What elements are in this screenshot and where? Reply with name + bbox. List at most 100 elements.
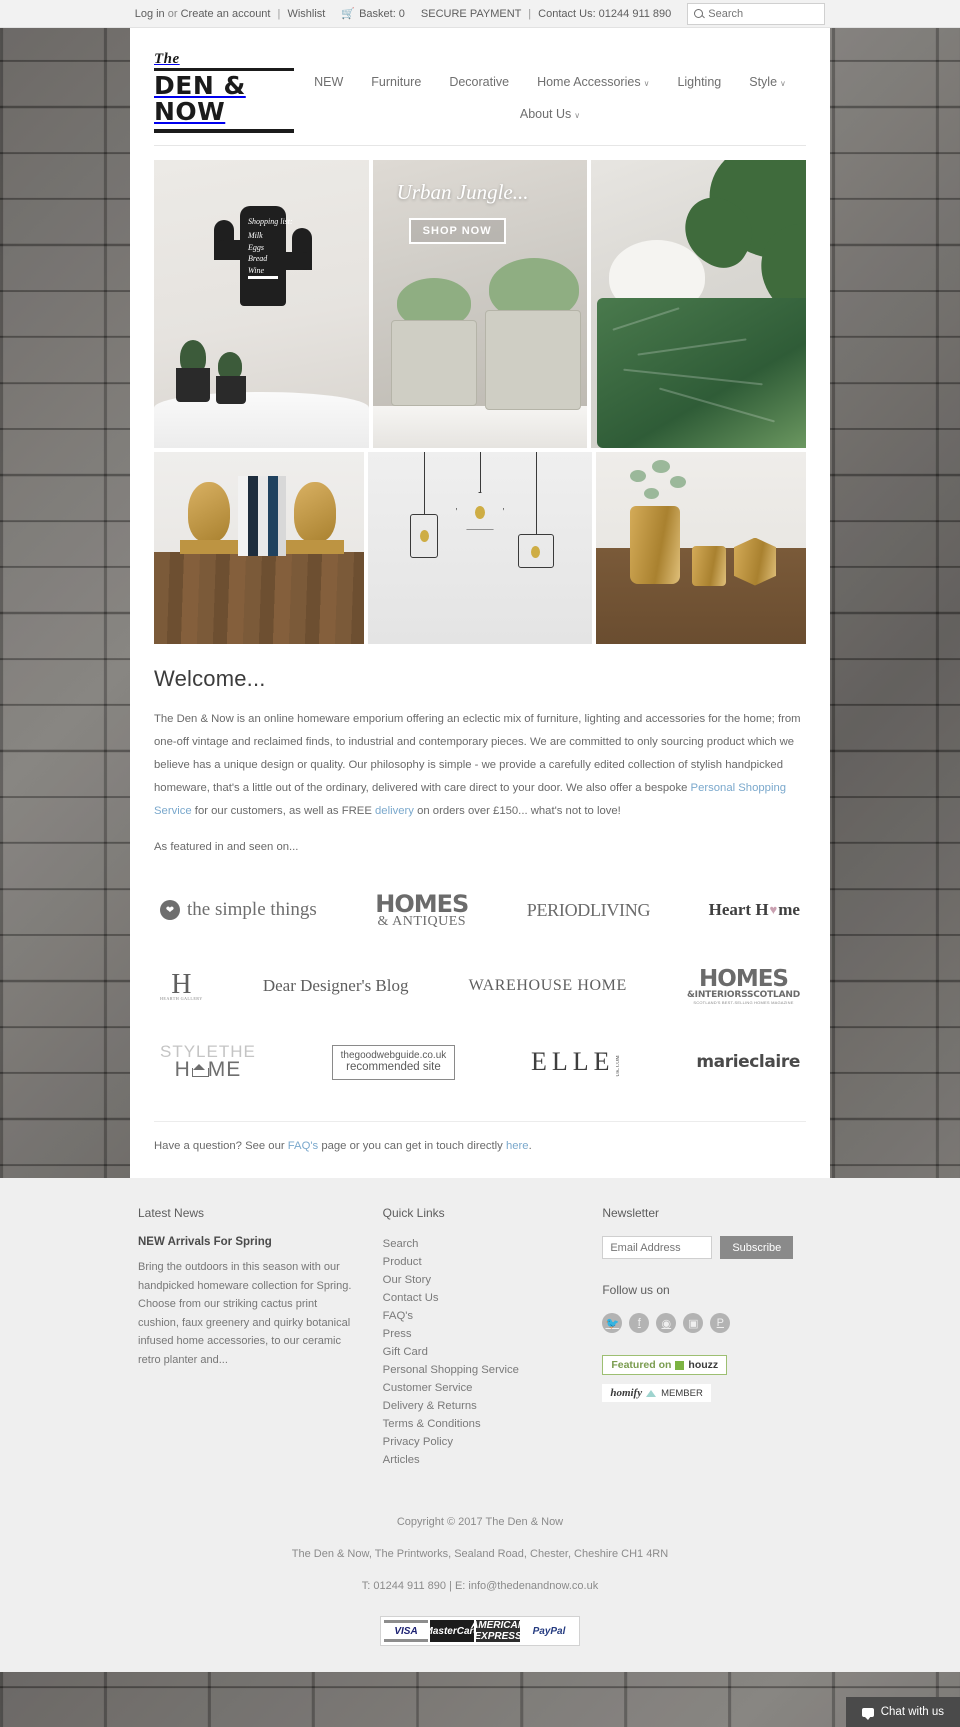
house-icon	[191, 1063, 209, 1077]
quick-link-our-story[interactable]: Our Story	[383, 1274, 431, 1286]
rss-icon[interactable]: ◉	[656, 1313, 677, 1334]
press-logo-heart-home: Heart H ♥ me	[709, 887, 800, 933]
quick-link-press[interactable]: Press	[383, 1328, 412, 1340]
featured-in-label: As featured in and seen on...	[154, 841, 299, 854]
nav-label: Home Accessories	[537, 75, 641, 89]
nav-item-about-us[interactable]: About Us ∨	[520, 104, 580, 124]
contact-here-link[interactable]: here	[506, 1140, 529, 1152]
press-logos-section: ❤ the simple things HOMES & ANTIQUES PER…	[154, 853, 806, 1105]
quick-link-terms-conditions[interactable]: Terms & Conditions	[383, 1418, 481, 1430]
decor-shape	[475, 505, 485, 519]
hero-tile-cactus-board[interactable]: Shopping list: Milk Eggs Bread Wine	[154, 159, 369, 448]
wishlist-link[interactable]: Wishlist	[287, 8, 325, 20]
nav-label: NEW	[314, 75, 344, 89]
header-divider	[154, 144, 806, 146]
quick-link-delivery-returns[interactable]: Delivery & Returns	[383, 1400, 477, 1412]
instagram-icon[interactable]: ▣	[683, 1313, 704, 1334]
separator-1: |	[277, 7, 281, 20]
nav-row-secondary: About Us ∨	[294, 104, 806, 124]
quick-link-product[interactable]: Product	[383, 1256, 422, 1268]
decor-shape	[536, 451, 538, 534]
cactus-board-image: Shopping list: Milk Eggs Bread Wine	[154, 159, 369, 448]
list-item: Terms & Conditions	[383, 1416, 603, 1430]
hero-tile-cage-lights[interactable]	[368, 451, 592, 644]
welcome-section: Welcome... The Den & Now is an online ho…	[154, 644, 806, 854]
nav-label: About Us	[519, 107, 572, 121]
press-row-2: H HEARTH GALLERY Dear Designer's Blog WA…	[160, 963, 800, 1009]
press-logo-label: PERIODLIVING	[526, 899, 651, 920]
gold-vases-image	[596, 451, 806, 644]
quick-link-privacy-policy[interactable]: Privacy Policy	[383, 1436, 453, 1448]
list-item: Press	[383, 1326, 603, 1340]
decor-shape	[659, 387, 776, 422]
nav-item-new[interactable]: NEW	[314, 72, 343, 92]
press-logo-sublabel: recommended site	[346, 1061, 441, 1074]
press-logo-sublabel: & ANTIQUES	[377, 913, 467, 929]
facebook-icon[interactable]: f	[629, 1313, 650, 1334]
nav-item-home-accessories[interactable]: Home Accessories ∨	[537, 72, 649, 92]
intro-text-c: on orders over £150... what's not to lov…	[413, 805, 621, 818]
search-input[interactable]	[708, 7, 819, 20]
site-logo[interactable]: The DEN & NOW	[154, 46, 294, 133]
homify-badge[interactable]: homify MEMBER	[602, 1384, 711, 1403]
decor-shape	[480, 451, 482, 492]
list-item: Personal Shopping Service	[383, 1362, 603, 1376]
copyright-text: Copyright © 2017 The Den & Now	[396, 1516, 564, 1529]
pinterest-icon[interactable]: P	[710, 1313, 731, 1334]
quick-link-faqs[interactable]: FAQ's	[383, 1310, 413, 1322]
press-logo-style-the-home: STYLETHE H ME	[160, 1039, 256, 1085]
basket-link[interactable]: 🛒 Basket: 0	[341, 7, 405, 20]
or-text: or	[167, 7, 178, 20]
nav-item-furniture[interactable]: Furniture	[371, 72, 421, 92]
quick-links-list: Search Product Our Story Contact Us FAQ'…	[383, 1236, 603, 1466]
nav-item-style[interactable]: Style ∨	[749, 72, 786, 92]
basket-label: Basket: 0	[359, 8, 405, 20]
delivery-link[interactable]: delivery	[375, 805, 414, 817]
chat-widget[interactable]: Chat with us	[845, 1697, 960, 1727]
twitter-icon[interactable]: 🐦	[602, 1313, 623, 1334]
top-utility-bar: Log in or Create an account | Wishlist 🛒…	[0, 0, 960, 28]
create-account-link[interactable]: Create an account	[181, 8, 271, 20]
decor-shape	[420, 529, 429, 542]
quick-link-customer-service[interactable]: Customer Service	[383, 1382, 473, 1394]
decor-shape	[154, 551, 364, 644]
decor-shape	[670, 475, 686, 488]
list-item: Our Story	[383, 1272, 603, 1286]
news-item-title[interactable]: NEW Arrivals For Spring	[138, 1236, 359, 1248]
quick-link-gift-card[interactable]: Gift Card	[383, 1346, 428, 1358]
hero-tile-pineapple-bookends[interactable]	[154, 451, 364, 644]
shop-now-button[interactable]: SHOP NOW	[408, 217, 506, 244]
question-text-after: .	[528, 1140, 532, 1153]
email-field[interactable]	[602, 1236, 713, 1260]
decor-shape	[623, 368, 764, 385]
press-logo-period-living: PERIODLIVING	[526, 887, 651, 933]
search-box[interactable]	[687, 2, 826, 25]
press-logo-label: WAREHOUSE HOME	[468, 977, 627, 995]
press-logo-marie-claire: marieclaire	[696, 1039, 800, 1085]
pineapple-bookends-image	[154, 451, 364, 644]
list-item: Contact Us	[383, 1290, 603, 1304]
faq-link[interactable]: FAQ's	[288, 1140, 318, 1152]
decor-shape	[286, 539, 344, 554]
secure-contact-text: SECURE PAYMENT | Contact Us: 01244 911 8…	[421, 8, 671, 20]
press-logo-elle: ELLE UK.COM	[531, 1039, 621, 1085]
quick-link-articles[interactable]: Articles	[383, 1454, 420, 1466]
question-text-before: Have a question? See our	[154, 1140, 288, 1153]
mastercard-icon: MasterCard	[424, 1620, 480, 1643]
decor-shape	[637, 337, 747, 356]
list-item: Articles	[383, 1452, 603, 1466]
subscribe-button[interactable]: Subscribe	[720, 1236, 794, 1260]
login-link[interactable]: Log in	[135, 8, 165, 20]
nav-item-lighting[interactable]: Lighting	[677, 72, 721, 92]
houzz-badge[interactable]: Featured on houzz	[602, 1355, 728, 1376]
nav-label: Style	[749, 75, 778, 89]
decor-shape	[630, 505, 680, 584]
logo-main-text: DEN & NOW	[154, 71, 246, 127]
hero-tile-cushion[interactable]	[591, 159, 807, 448]
nav-item-decorative[interactable]: Decorative	[449, 72, 509, 92]
quick-link-search[interactable]: Search	[383, 1238, 419, 1250]
hero-tile-urban-jungle[interactable]: Urban Jungle... SHOP NOW	[372, 159, 588, 448]
quick-link-personal-shopping-service[interactable]: Personal Shopping Service	[383, 1364, 519, 1376]
quick-link-contact-us[interactable]: Contact Us	[383, 1292, 439, 1304]
hero-tile-gold-vases[interactable]	[596, 451, 806, 644]
